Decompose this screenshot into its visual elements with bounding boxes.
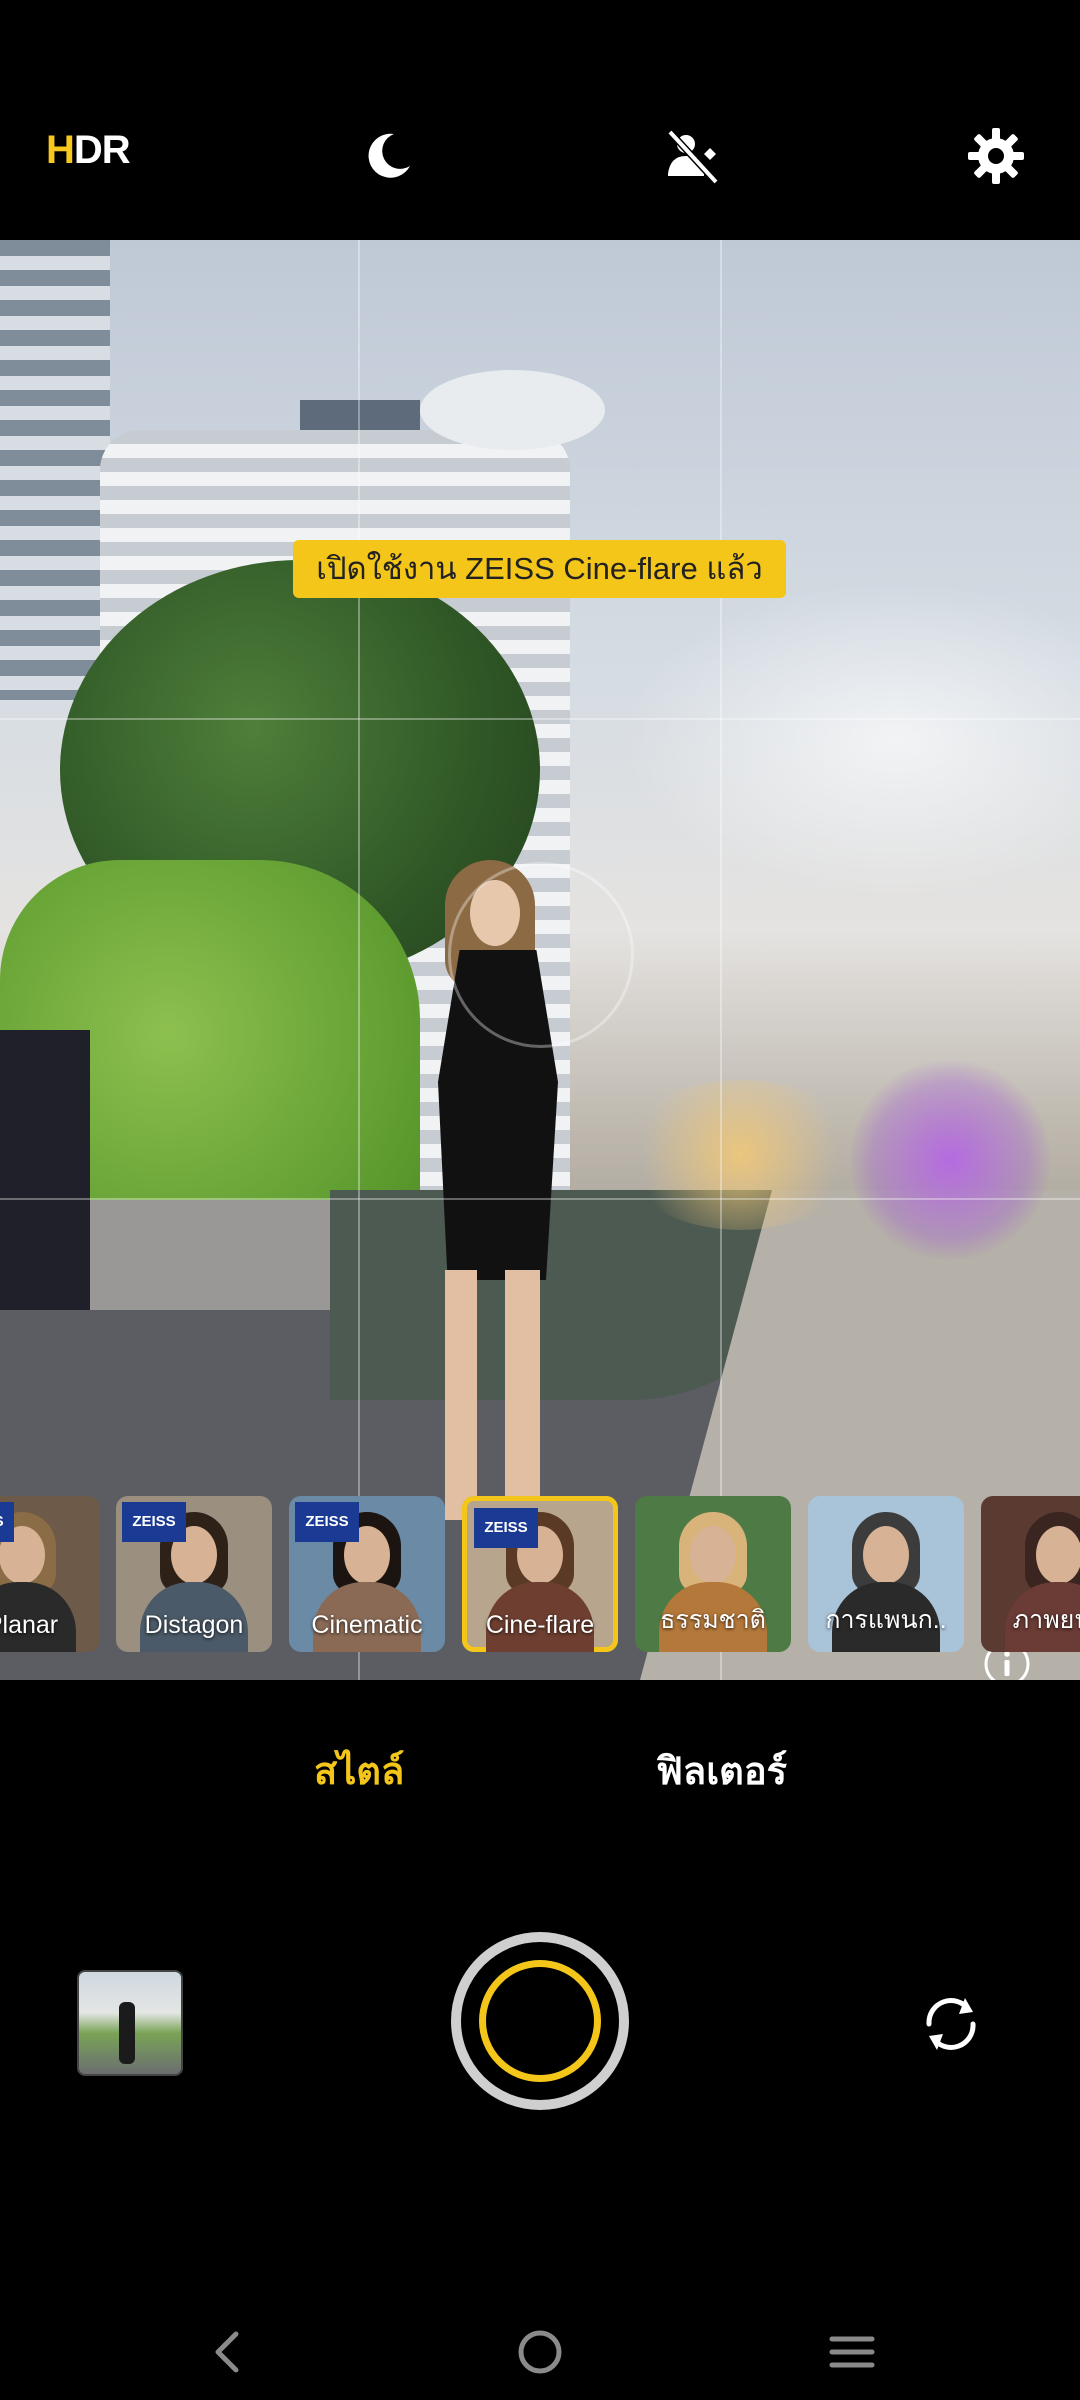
back-icon[interactable] — [198, 2322, 258, 2382]
style-label: Distagon — [144, 1611, 244, 1639]
gallery-thumb-subject — [119, 2002, 135, 2064]
ai-off-icon[interactable] — [660, 124, 724, 188]
style-label: ภาพยน.. — [1012, 1606, 1080, 1634]
grid-line-horizontal-2 — [0, 1198, 1080, 1200]
shutter-inner-ring — [479, 1960, 601, 2082]
menu-icon[interactable] — [822, 2322, 882, 2382]
mode-tabs: สไตล์ ฟิลเตอร์ — [0, 1740, 1080, 1820]
gallery-thumbnail[interactable] — [77, 1970, 183, 2076]
system-nav-bar — [0, 2300, 1080, 2400]
hdr-letter-h: H — [46, 128, 75, 172]
style-thumb-face — [863, 1526, 909, 1584]
tab-style[interactable]: สไตล์ — [314, 1740, 404, 1801]
zeiss-badge: ZEISS — [0, 1502, 14, 1542]
light-sculpture-yellow — [620, 1080, 860, 1230]
camera-top-bar: HDR — [0, 0, 1080, 240]
style-item-cine-flare[interactable]: ZEISS Cine-flare — [462, 1496, 618, 1652]
shutter-button[interactable] — [451, 1932, 629, 2110]
style-item-cinematic[interactable]: ZEISS Cinematic — [289, 1496, 445, 1652]
home-icon[interactable] — [510, 2322, 570, 2382]
hdr-toggle[interactable]: HDR — [46, 128, 131, 173]
style-item-distagon[interactable]: ZEISS Distagon — [116, 1496, 272, 1652]
style-item-planar[interactable]: ZEISS Planar — [0, 1496, 100, 1652]
style-thumb-face — [690, 1526, 736, 1584]
switch-camera-icon[interactable] — [915, 1988, 987, 2060]
zeiss-badge: ZEISS — [295, 1502, 359, 1542]
style-label: Cinematic — [311, 1611, 423, 1639]
style-strip[interactable]: ZEISS Planar ZEISS Distagon ZEISS Cinema… — [0, 1496, 1080, 1654]
grid-line-vertical-2 — [720, 240, 722, 1680]
style-label: การแพนก.. — [825, 1606, 947, 1634]
camera-viewfinder[interactable]: เปิดใช้งาน ZEISS Cine-flare แล้ว ZEISS P… — [0, 240, 1080, 1680]
tower-rooftop — [420, 370, 605, 450]
style-item-movie[interactable]: ภาพยน.. — [981, 1496, 1080, 1652]
zeiss-badge: ZEISS — [122, 1502, 186, 1542]
hdr-letters-dr: DR — [73, 128, 131, 172]
zeiss-badge: ZEISS — [474, 1508, 538, 1548]
style-item-panning[interactable]: การแพนก.. — [808, 1496, 964, 1652]
sky-cloud — [620, 580, 1080, 900]
subject-legs — [445, 1270, 545, 1520]
light-sculpture-purple — [850, 1060, 1050, 1260]
tab-filter[interactable]: ฟิลเตอร์ — [656, 1740, 787, 1801]
grid-line-vertical-1 — [358, 240, 360, 1680]
settings-icon[interactable] — [964, 124, 1028, 188]
left-building — [0, 240, 110, 700]
grid-line-horizontal-1 — [0, 718, 1080, 720]
style-item-natural[interactable]: ธรรมชาติ — [635, 1496, 791, 1652]
style-thumb-face — [1036, 1526, 1080, 1584]
night-mode-icon[interactable] — [356, 124, 420, 188]
style-label: ธรรมชาติ — [660, 1606, 766, 1634]
status-toast: เปิดใช้งาน ZEISS Cine-flare แล้ว — [293, 540, 786, 598]
style-label: Cine-flare — [485, 1611, 595, 1639]
style-label: Planar — [0, 1611, 59, 1639]
focus-ring — [448, 862, 634, 1048]
